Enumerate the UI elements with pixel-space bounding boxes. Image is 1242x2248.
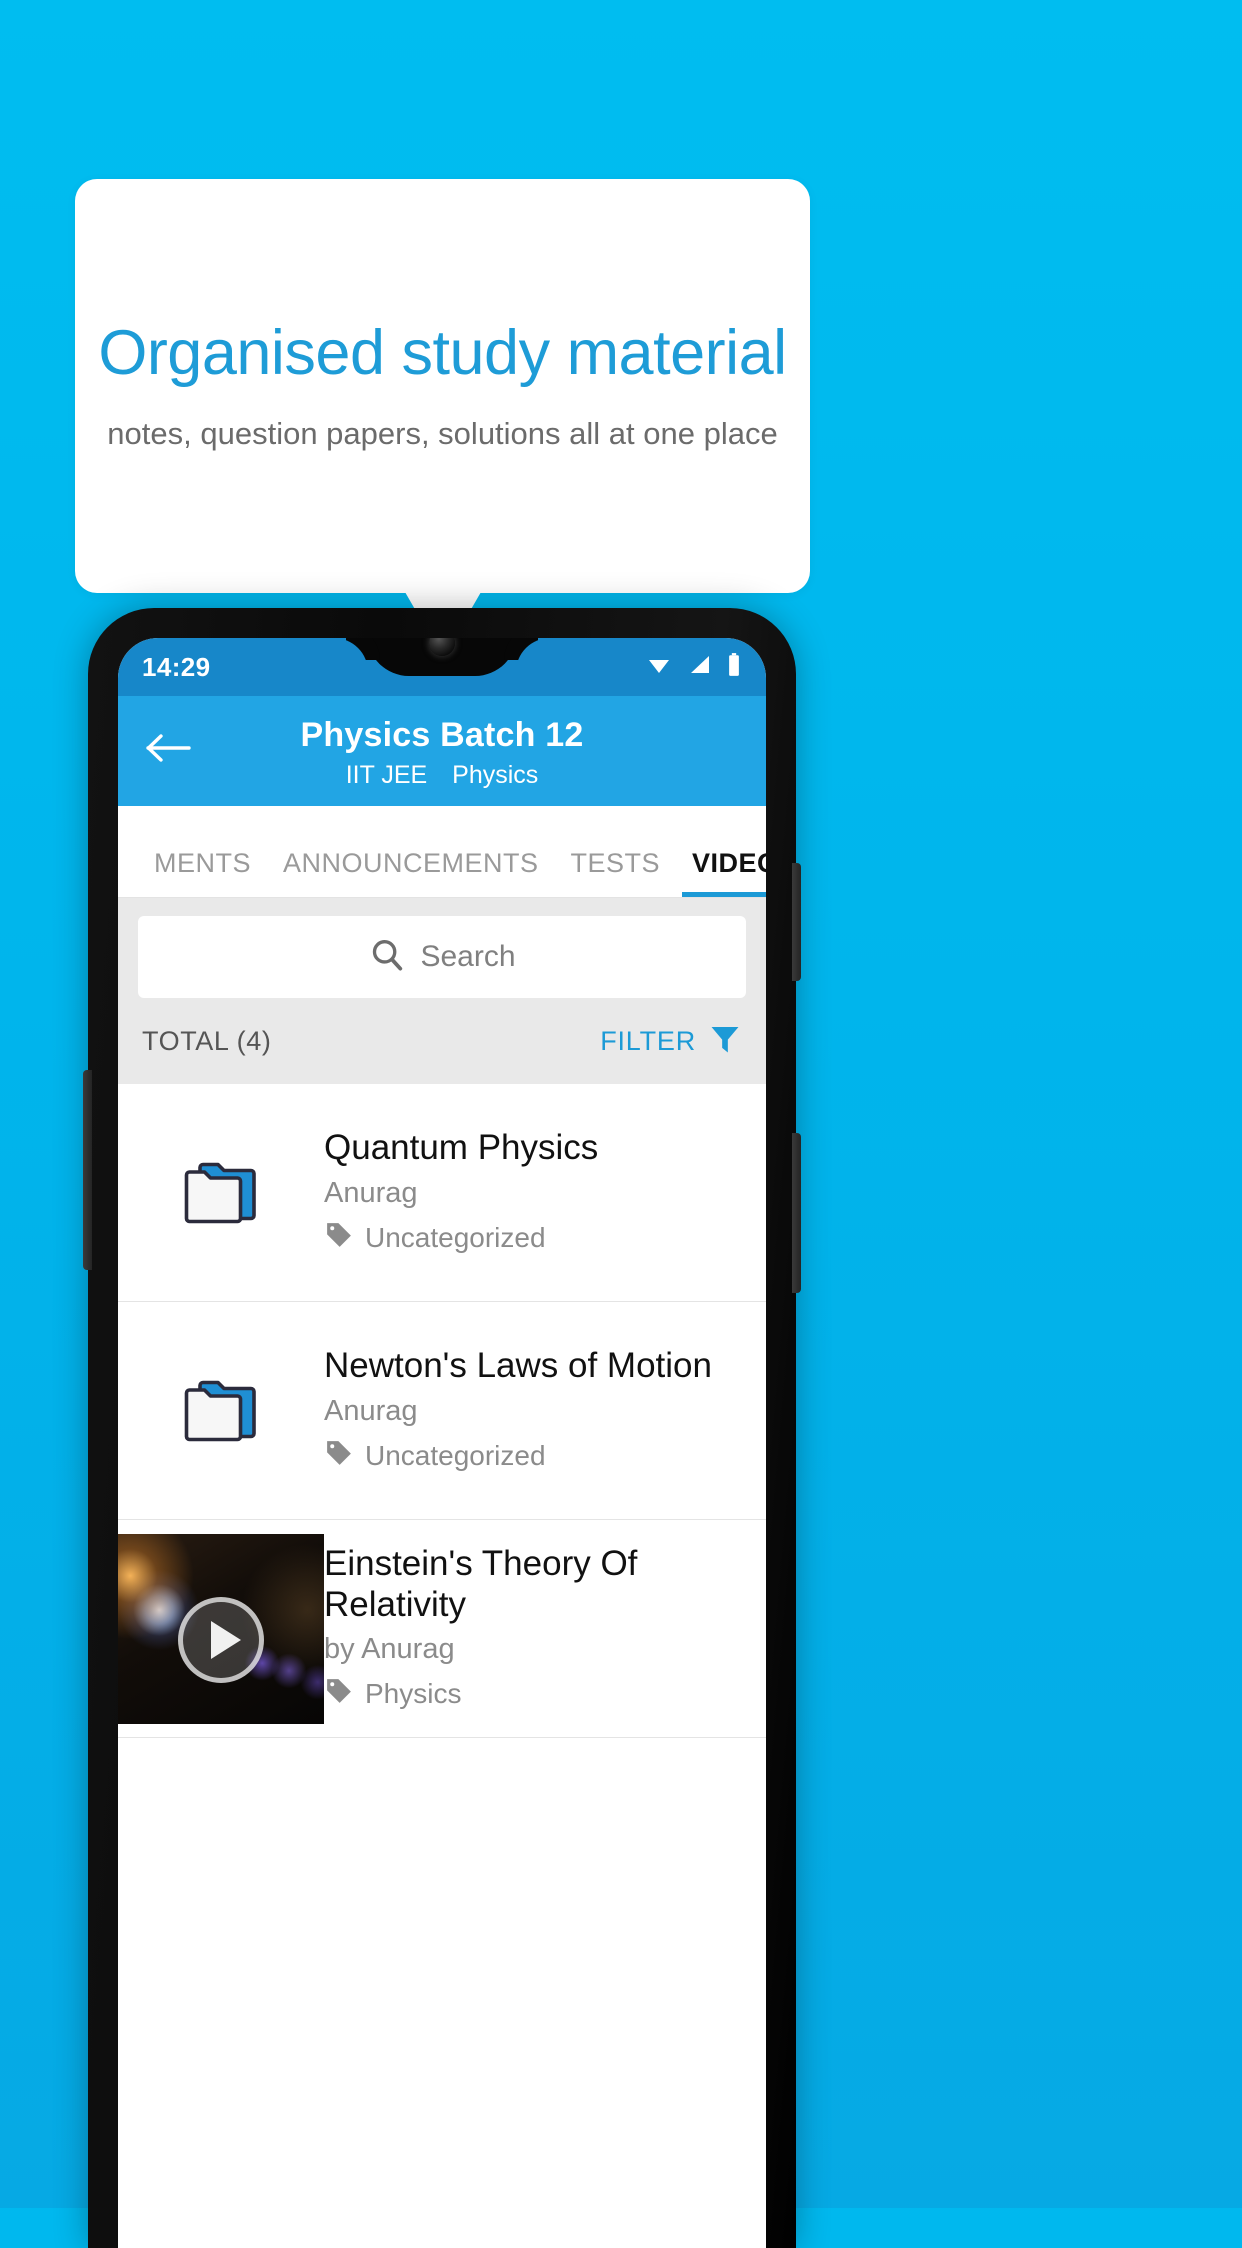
tag-icon (324, 1220, 354, 1257)
video-thumbnail[interactable] (118, 1533, 324, 1724)
video-list: Quantum Physics Anurag Uncategorized New… (118, 1084, 766, 1738)
tag-icon (324, 1438, 354, 1475)
list-item-tag: Uncategorized (324, 1220, 746, 1257)
list-toolbar: TOTAL (4) FILTER (118, 998, 766, 1084)
list-item-body: Newton's Laws of Motion Anurag Uncategor… (324, 1346, 766, 1474)
list-item-title: Einstein's Theory Of Relativity (324, 1544, 638, 1624)
wifi-icon (644, 653, 674, 682)
phone-power-button[interactable] (792, 863, 801, 981)
battery-icon (726, 652, 742, 683)
list-item-author: Anurag (324, 1394, 418, 1427)
signal-icon (687, 653, 713, 682)
tab-videos[interactable]: VIDEOS (676, 848, 766, 897)
tag-label: Physics (365, 1678, 462, 1710)
phone-volume-button[interactable] (83, 1070, 92, 1270)
folder-icon (118, 1155, 324, 1231)
filter-label: FILTER (600, 1025, 696, 1056)
search-icon (368, 936, 406, 979)
list-item-title: Newton's Laws of Motion (324, 1346, 712, 1386)
tab-assignments[interactable]: MENTS (138, 848, 267, 897)
tab-bar: MENTS ANNOUNCEMENTS TESTS VIDEOS (118, 806, 766, 898)
breadcrumb-exam: IIT JEE (345, 761, 428, 789)
filter-funnel-icon (708, 1022, 742, 1061)
tab-announcements[interactable]: ANNOUNCEMENTS (267, 848, 555, 897)
tab-tests[interactable]: TESTS (555, 848, 677, 897)
app-bar: Physics Batch 12 IIT JEE Physics (118, 696, 766, 806)
phone-mockup: 14:29 Physics Batch 12 IIT JEE Physics M… (83, 608, 801, 2248)
list-item-title: Quantum Physics (324, 1128, 599, 1168)
tag-label: Uncategorized (365, 1222, 546, 1254)
breadcrumb: IIT JEE Physics (118, 761, 766, 790)
tag-icon (324, 1676, 354, 1713)
phone-side-button[interactable] (792, 1133, 801, 1293)
search-input[interactable]: Search (138, 916, 746, 998)
list-item-tag: Physics (324, 1676, 746, 1713)
list-item-tag: Uncategorized (324, 1438, 746, 1475)
status-bar-icons (644, 652, 742, 683)
back-arrow-icon[interactable] (144, 724, 192, 772)
page-title: Physics Batch 12 (300, 716, 584, 754)
list-item-author: by Anurag (324, 1632, 455, 1665)
promo-card: Organised study material notes, question… (75, 179, 810, 593)
list-item[interactable]: Newton's Laws of Motion Anurag Uncategor… (118, 1302, 766, 1520)
promo-subtitle: notes, question papers, solutions all at… (107, 416, 778, 452)
tag-label: Uncategorized (365, 1440, 546, 1472)
status-bar-time: 14:29 (142, 651, 211, 682)
play-icon[interactable] (178, 1596, 264, 1683)
list-item-author: Anurag (324, 1176, 418, 1209)
search-placeholder: Search (420, 940, 516, 973)
search-zone: Search (118, 898, 766, 998)
folder-icon (118, 1373, 324, 1449)
promo-headline: Organised study material (98, 317, 787, 388)
list-item-body: Einstein's Theory Of Relativity by Anura… (324, 1544, 766, 1713)
filter-button[interactable]: FILTER (600, 1022, 742, 1061)
list-item-body: Quantum Physics Anurag Uncategorized (324, 1128, 766, 1256)
total-count-label: TOTAL (4) (142, 1025, 272, 1056)
phone-notch (367, 638, 517, 676)
front-camera (429, 638, 455, 656)
list-item[interactable]: Quantum Physics Anurag Uncategorized (118, 1084, 766, 1302)
breadcrumb-subject: Physics (452, 761, 539, 789)
phone-screen: 14:29 Physics Batch 12 IIT JEE Physics M… (118, 638, 766, 2248)
list-item[interactable]: Einstein's Theory Of Relativity by Anura… (118, 1520, 766, 1738)
status-bar: 14:29 (118, 638, 766, 696)
